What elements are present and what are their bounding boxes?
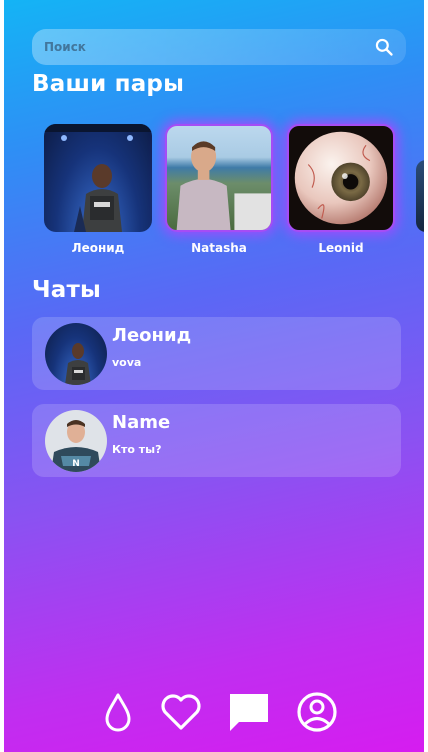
- match-name: Leonid: [318, 241, 364, 255]
- chat-icon: [230, 694, 268, 731]
- person-photo-icon: [65, 343, 91, 385]
- avatar: N: [45, 410, 107, 472]
- match-name: Natasha: [191, 241, 247, 255]
- person-photo-icon: [176, 141, 271, 230]
- heart-icon: [161, 694, 201, 730]
- profile-icon: [297, 692, 337, 732]
- nav-chats-button[interactable]: [227, 690, 271, 734]
- match-card[interactable]: Леонид: [44, 124, 152, 255]
- search-bar[interactable]: [32, 29, 406, 65]
- chat-last-message: Кто ты?: [112, 443, 162, 456]
- match-card[interactable]: Leonid: [287, 124, 395, 255]
- match-card-partial[interactable]: [416, 160, 424, 232]
- match-name: Леонид: [71, 241, 125, 255]
- chat-last-message: vova: [112, 356, 142, 369]
- drop-icon: [105, 693, 131, 732]
- search-icon[interactable]: [374, 37, 394, 57]
- eye-photo-icon: [294, 131, 388, 225]
- match-photo[interactable]: [44, 124, 152, 232]
- person-photo-icon: N: [51, 420, 101, 472]
- app-screen: Ваши пары Леонид: [4, 0, 424, 752]
- matches-title: Ваши пары: [32, 71, 185, 97]
- avatar: [45, 323, 107, 385]
- match-card[interactable]: Natasha: [165, 124, 273, 255]
- nav-likes-button[interactable]: [159, 690, 203, 734]
- svg-text:N: N: [72, 459, 80, 469]
- chats-title: Чаты: [32, 277, 102, 303]
- chat-name: Name: [112, 412, 171, 433]
- chat-name: Леонид: [112, 325, 192, 346]
- match-photo[interactable]: [165, 124, 273, 232]
- match-photo[interactable]: [287, 124, 395, 232]
- nav-discover-button[interactable]: [96, 690, 140, 734]
- nav-profile-button[interactable]: [295, 690, 339, 734]
- search-input[interactable]: [44, 40, 374, 54]
- chat-item[interactable]: N Name Кто ты?: [32, 404, 401, 477]
- person-photo-icon: [44, 124, 152, 232]
- chat-item[interactable]: Леонид vova: [32, 317, 401, 390]
